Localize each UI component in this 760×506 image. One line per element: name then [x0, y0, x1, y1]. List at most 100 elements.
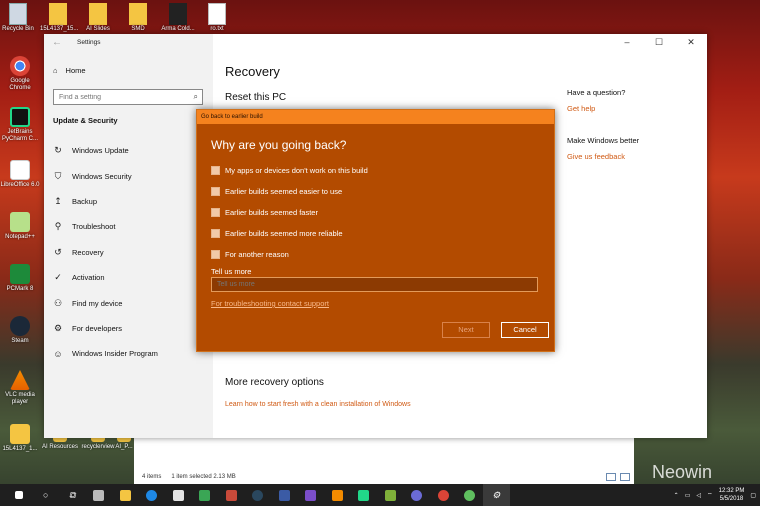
reason-option-other[interactable]: For another reason: [211, 244, 368, 265]
clock[interactable]: 12:32 PM 5/5/2018: [719, 487, 745, 503]
taskbar-app-pycharm[interactable]: [351, 484, 378, 506]
app-icon: [93, 489, 105, 501]
desktop-icon-folder-1[interactable]: 15L4137_15...: [40, 3, 78, 32]
nav-home-label: Home: [65, 66, 86, 75]
sidebar-item-recovery[interactable]: ↺ Recovery: [53, 240, 208, 265]
taskbar-app-vlc[interactable]: [324, 484, 351, 506]
side-info-panel: Have a question? Get help Make Windows b…: [567, 88, 687, 184]
desktop-icon-notepadpp[interactable]: Notepad++: [0, 212, 40, 241]
taskbar-app-chrome[interactable]: [430, 484, 457, 506]
sidebar-item-backup[interactable]: ↥ Backup: [53, 189, 208, 214]
settings-search[interactable]: ⌕: [53, 89, 203, 105]
taskbar-app-6[interactable]: [404, 484, 431, 506]
taskbar-app-explorer[interactable]: [112, 484, 139, 506]
taskbar-app-5[interactable]: [377, 484, 404, 506]
sidebar-item-for-developers[interactable]: ⚙ For developers: [53, 316, 208, 341]
reason-option-apps[interactable]: My apps or devices don't work on this bu…: [211, 160, 368, 181]
nav-list: ↻ Windows Update ⛉ Windows Security ↥ Ba…: [53, 138, 208, 367]
file-explorer-icon: [119, 489, 131, 501]
large-icons-view-icon[interactable]: [620, 473, 630, 481]
shield-icon: ⛉: [54, 170, 62, 181]
back-arrow-icon[interactable]: ←: [52, 37, 62, 48]
cancel-button[interactable]: Cancel: [501, 322, 549, 338]
chevron-up-icon[interactable]: ⌃: [674, 492, 679, 499]
taskbar-app-2[interactable]: [192, 484, 219, 506]
clock-time: 12:32 PM: [718, 488, 745, 494]
taskbar-app-settings[interactable]: ⚙: [483, 484, 510, 506]
volume-icon[interactable]: ◁: [696, 492, 701, 499]
sidebar-item-troubleshoot[interactable]: ⚲ Troubleshoot: [53, 214, 208, 239]
pcmark-icon: [10, 264, 30, 284]
folder-icon: [10, 424, 30, 444]
clean-install-link[interactable]: Learn how to start fresh with a clean in…: [225, 401, 411, 408]
dialog-title: Go back to earlier build: [197, 110, 554, 124]
taskbar: ○ ⧉ ⚙ ⌃ ▭ ◁ ⌔ 12:32 PM 5/5/2018 ▢: [0, 484, 760, 506]
sidebar-item-activation[interactable]: ✓ Activation: [53, 265, 208, 290]
neowin-watermark: Neowin: [652, 462, 713, 482]
sidebar-item-find-my-device[interactable]: ⚇ Find my device: [53, 290, 208, 315]
desktop-icon-libreoffice[interactable]: LibreOffice 6.0: [0, 160, 40, 189]
taskbar-app-vs[interactable]: [298, 484, 325, 506]
contact-support-link[interactable]: For troubleshooting contact support: [211, 299, 329, 308]
details-view-icon[interactable]: [606, 473, 616, 481]
next-button[interactable]: Next: [442, 322, 490, 338]
close-icon[interactable]: ✕: [675, 34, 707, 50]
taskbar-app-store[interactable]: [165, 484, 192, 506]
wifi-icon[interactable]: ⌔: [707, 491, 713, 499]
reason-option-reliable[interactable]: Earlier builds seemed more reliable: [211, 223, 368, 244]
give-feedback-link[interactable]: Give us feedback: [567, 152, 687, 161]
nav-home[interactable]: ⌂ Home: [53, 66, 86, 75]
start-button[interactable]: [6, 484, 33, 506]
checkbox[interactable]: [211, 187, 220, 196]
section-title: Update & Security: [53, 116, 118, 125]
taskbar-app-7[interactable]: [457, 484, 484, 506]
notifications-icon[interactable]: ▢: [750, 492, 756, 499]
explorer-items-count: 4 items: [142, 474, 162, 480]
taskbar-app-edge[interactable]: [139, 484, 166, 506]
reason-option-faster[interactable]: Earlier builds seemed faster: [211, 202, 368, 223]
desktop-icon-vlc[interactable]: VLC media player: [0, 370, 40, 406]
reason-option-easier[interactable]: Earlier builds seemed easier to use: [211, 181, 368, 202]
desktop-icon-pcmark[interactable]: PCMark 8: [0, 264, 40, 293]
desktop-icon-ai-slides[interactable]: AI Slides: [80, 3, 116, 32]
checkbox[interactable]: [211, 229, 220, 238]
sidebar-item-windows-insider[interactable]: ☺ Windows Insider Program: [53, 341, 208, 366]
recovery-icon: ↺: [54, 246, 62, 257]
app-icon: [199, 489, 211, 501]
taskbar-app-4[interactable]: [271, 484, 298, 506]
taskbar-app-3[interactable]: [218, 484, 245, 506]
search-icon[interactable]: ⌕: [194, 92, 198, 102]
file-explorer-window[interactable]: 4 items 1 item selected 2.13 MB: [134, 436, 634, 484]
sidebar-item-windows-update[interactable]: ↻ Windows Update: [53, 138, 208, 163]
checkbox[interactable]: [211, 250, 220, 259]
app-icon: [225, 489, 237, 501]
reset-pc-heading: Reset this PC: [225, 92, 287, 103]
desktop-icon-arma[interactable]: Arma Cold...: [160, 3, 196, 32]
tell-us-more-input[interactable]: [211, 277, 538, 292]
desktop-icon-chrome[interactable]: Google Chrome: [0, 56, 40, 92]
search-input[interactable]: [54, 90, 182, 104]
pycharm-icon: [358, 489, 370, 501]
checkbox[interactable]: [211, 208, 220, 217]
desktop-icon-recycle-bin[interactable]: Recycle Bin: [0, 3, 36, 32]
desktop-icon-pycharm[interactable]: JetBrains PyCharm C...: [0, 107, 40, 143]
edge-icon: [146, 489, 158, 501]
network-icon[interactable]: ▭: [685, 492, 691, 499]
desktop-icon-steam[interactable]: Steam: [0, 316, 40, 345]
sidebar-item-windows-security[interactable]: ⛉ Windows Security: [53, 163, 208, 188]
task-view-button[interactable]: ⧉: [59, 484, 86, 506]
pycharm-icon: [10, 107, 30, 127]
desktop-icon-text-file[interactable]: ro.txt: [199, 3, 235, 32]
desktop-icon-smd[interactable]: SMD: [120, 3, 156, 32]
taskbar-app-1[interactable]: [86, 484, 113, 506]
taskbar-icons: ○ ⧉ ⚙: [6, 484, 510, 506]
desktop-icon-folder-2[interactable]: 15L4137_1...: [0, 424, 40, 453]
cortana-button[interactable]: ○: [33, 484, 60, 506]
get-help-link[interactable]: Get help: [567, 104, 687, 113]
taskbar-app-steam[interactable]: [245, 484, 272, 506]
maximize-icon[interactable]: ☐: [643, 34, 675, 50]
minimize-icon[interactable]: –: [611, 34, 643, 50]
go-back-dialog: Go back to earlier build Why are you goi…: [196, 109, 555, 352]
checkbox[interactable]: [211, 166, 220, 175]
text-file-icon: [208, 3, 226, 25]
